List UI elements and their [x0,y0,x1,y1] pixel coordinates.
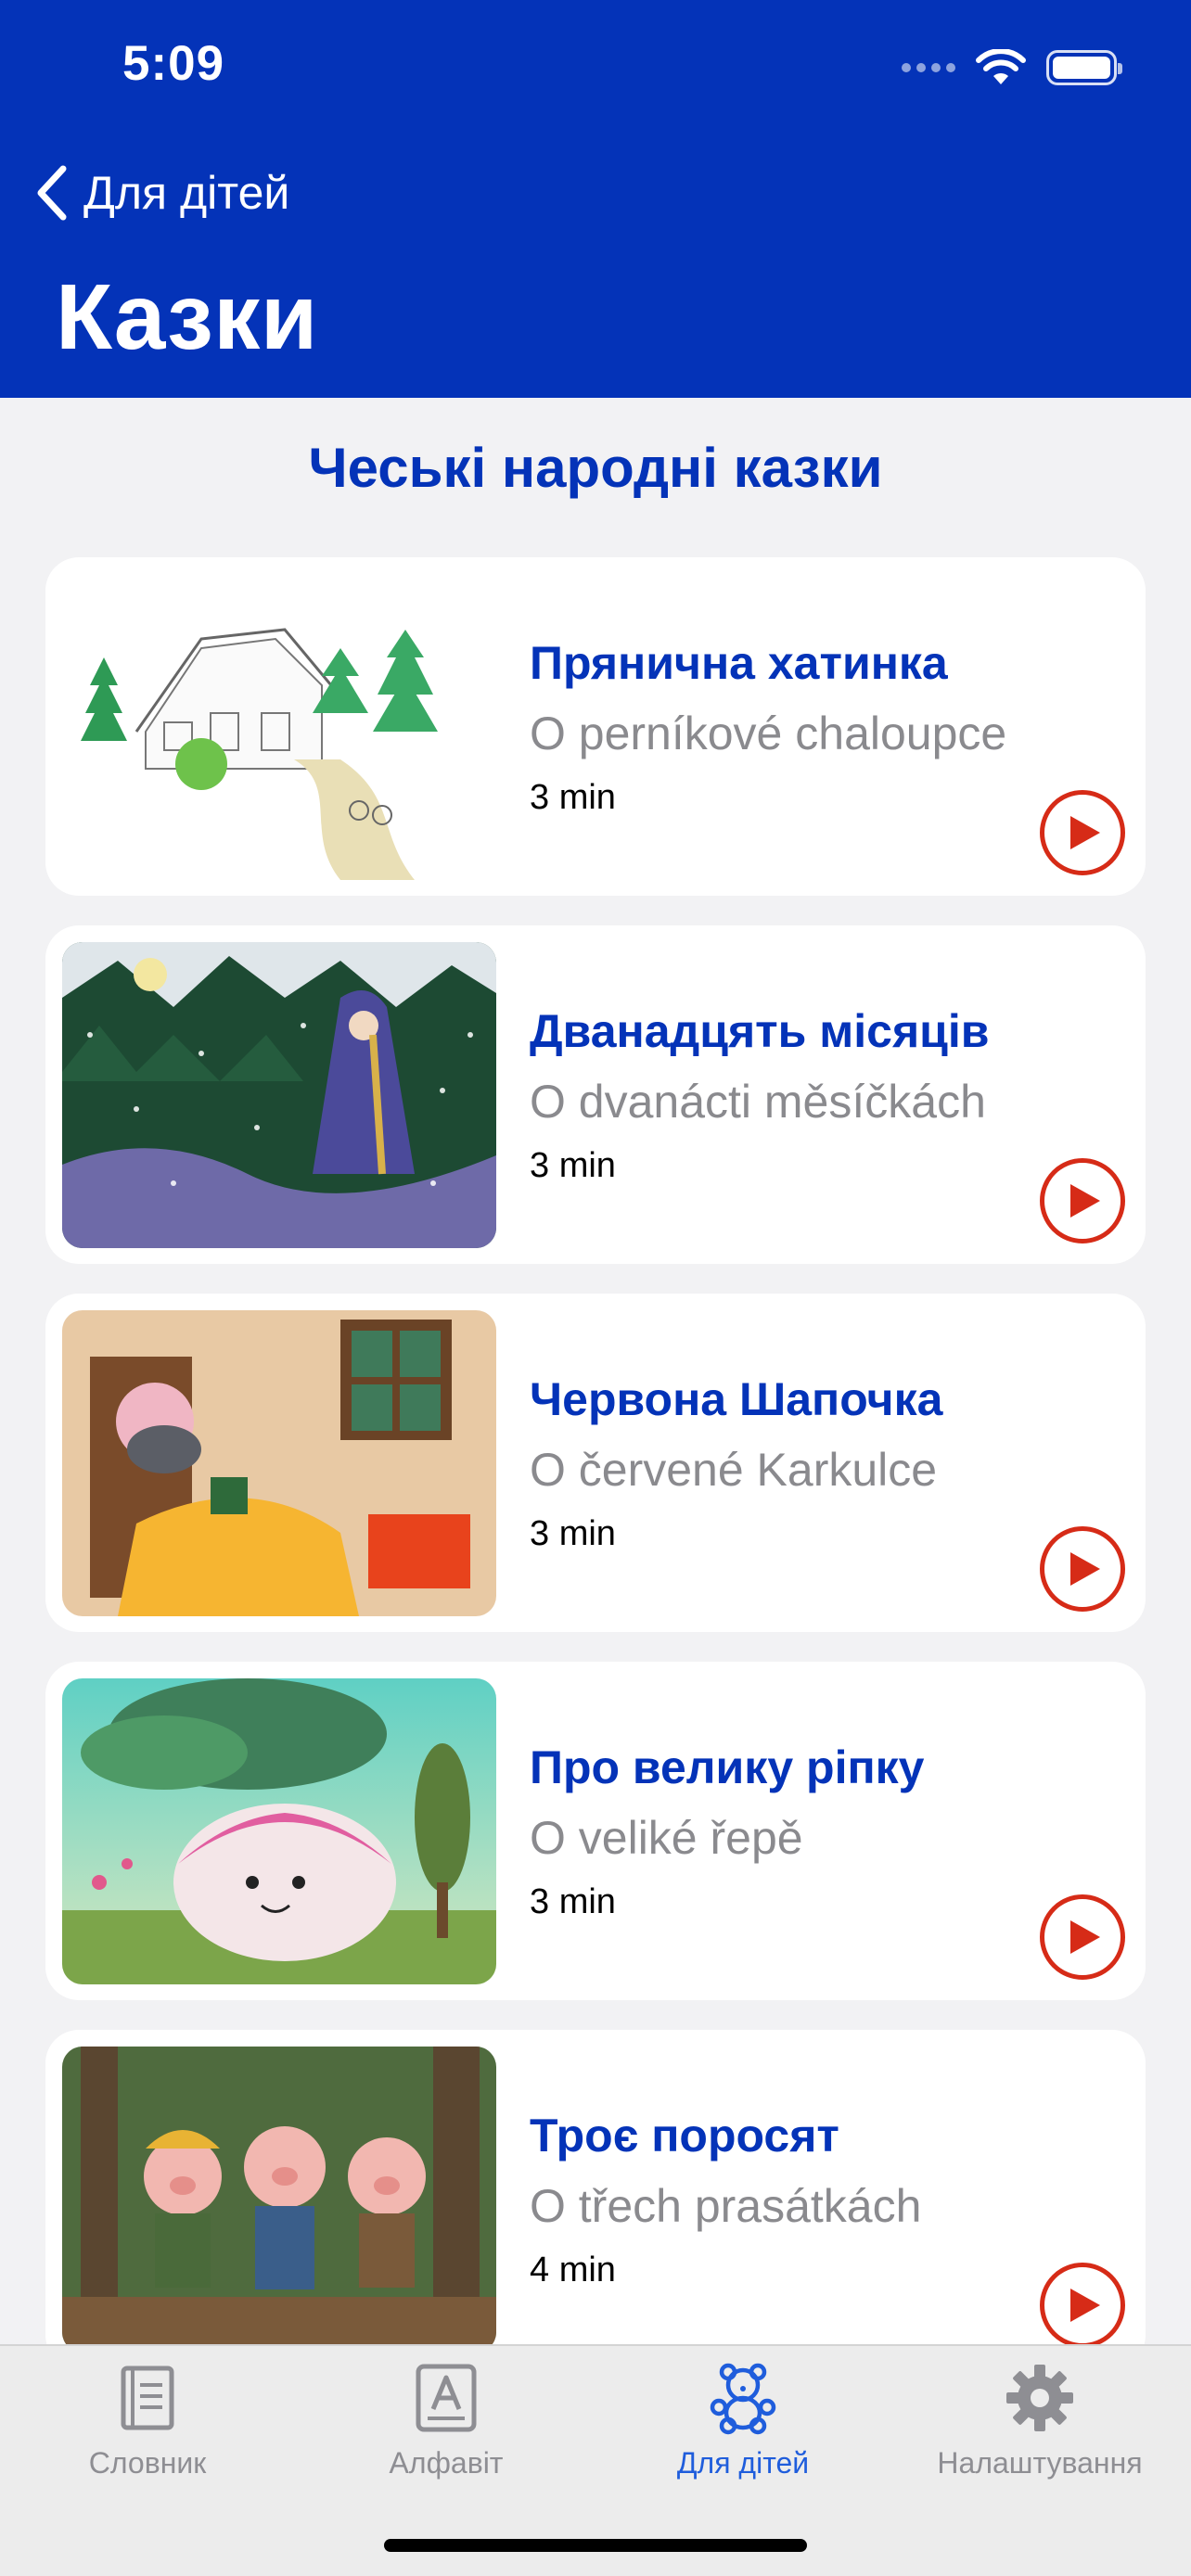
giant-turnip-image [62,1678,496,1984]
story-title-uk: Червона Шапочка [530,1373,943,1425]
gear-icon [1006,2365,1073,2431]
play-button[interactable] [1040,790,1125,875]
chevron-left-icon [37,165,67,221]
story-title-uk: Дванадцять місяців [530,1005,990,1057]
story-thumbnail [62,2047,496,2353]
teddy-bear-icon [710,2363,776,2435]
story-thumbnail [62,1678,496,1984]
nav-header: 5:09 Для дітей Казки [0,0,1191,398]
story-title-cz: O dvanácti měsíčkách [530,1076,986,1128]
page-title: Казки [56,265,318,369]
tab-label: Налаштування [937,2446,1143,2480]
play-icon [1070,1920,1100,1954]
story-duration: 3 min [530,778,616,817]
play-icon [1070,2289,1100,2322]
story-title-cz: O třech prasátkách [530,2180,922,2232]
story-card[interactable]: Про велику ріпку O veliké řepě 3 min [45,1662,1146,2000]
play-button[interactable] [1040,1158,1125,1243]
play-icon [1070,1184,1100,1218]
story-card[interactable]: Дванадцять місяців O dvanácti měsíčkách … [45,925,1146,1264]
story-duration: 4 min [530,2251,616,2289]
play-button[interactable] [1040,1894,1125,1980]
back-button-label: Для дітей [83,167,290,219]
three-pigs-image [62,2047,496,2353]
story-duration: 3 min [530,1514,616,1553]
story-thumbnail [62,942,496,1248]
story-title-uk: Прянична хатинка [530,637,948,689]
story-title-cz: O perníkové chaloupce [530,708,1007,759]
story-duration: 3 min [530,1882,616,1921]
play-button[interactable] [1040,2263,1125,2348]
wifi-icon [976,49,1026,84]
back-button[interactable]: Для дітей [33,158,289,228]
home-indicator[interactable] [384,2539,807,2552]
tab-dictionary[interactable]: Словник [27,2361,268,2480]
story-card[interactable]: Троє поросят O třech prasátkách 4 min [45,2030,1146,2368]
play-icon [1070,816,1100,849]
alphabet-icon [416,2364,477,2432]
tab-alphabet[interactable]: Алфавіт [326,2361,567,2480]
tab-for-kids[interactable]: Для дітей [622,2361,864,2480]
play-button[interactable] [1040,1526,1125,1612]
play-icon [1070,1552,1100,1586]
tab-label: Алфавіт [389,2446,504,2480]
story-title-uk: Троє поросят [530,2110,839,2162]
story-duration: 3 min [530,1146,616,1185]
story-thumbnail [62,1310,496,1616]
tab-label: Словник [88,2446,207,2480]
gingerbread-house-image [62,574,496,880]
section-title: Чеські народні казки [308,437,883,499]
story-title-cz: O červené Karkulce [530,1444,938,1496]
wolf-in-bed-image [62,1310,496,1616]
book-icon [121,2366,174,2430]
cellular-signal-icon [902,63,955,72]
story-card[interactable]: Прянична хатинка O perníkové chaloupce 3… [45,557,1146,896]
story-title-uk: Про велику ріпку [530,1741,925,1793]
story-thumbnail [62,574,496,880]
status-time: 5:09 [122,36,225,91]
status-icons [902,45,1122,91]
snowy-forest-image [62,942,496,1248]
story-card[interactable]: Червона Шапочка O červené Karkulce 3 min [45,1294,1146,1632]
story-title-cz: O veliké řepě [530,1812,803,1864]
tab-settings[interactable]: Налаштування [919,2361,1160,2480]
battery-icon [1046,50,1122,85]
tab-label: Для дітей [676,2446,810,2480]
